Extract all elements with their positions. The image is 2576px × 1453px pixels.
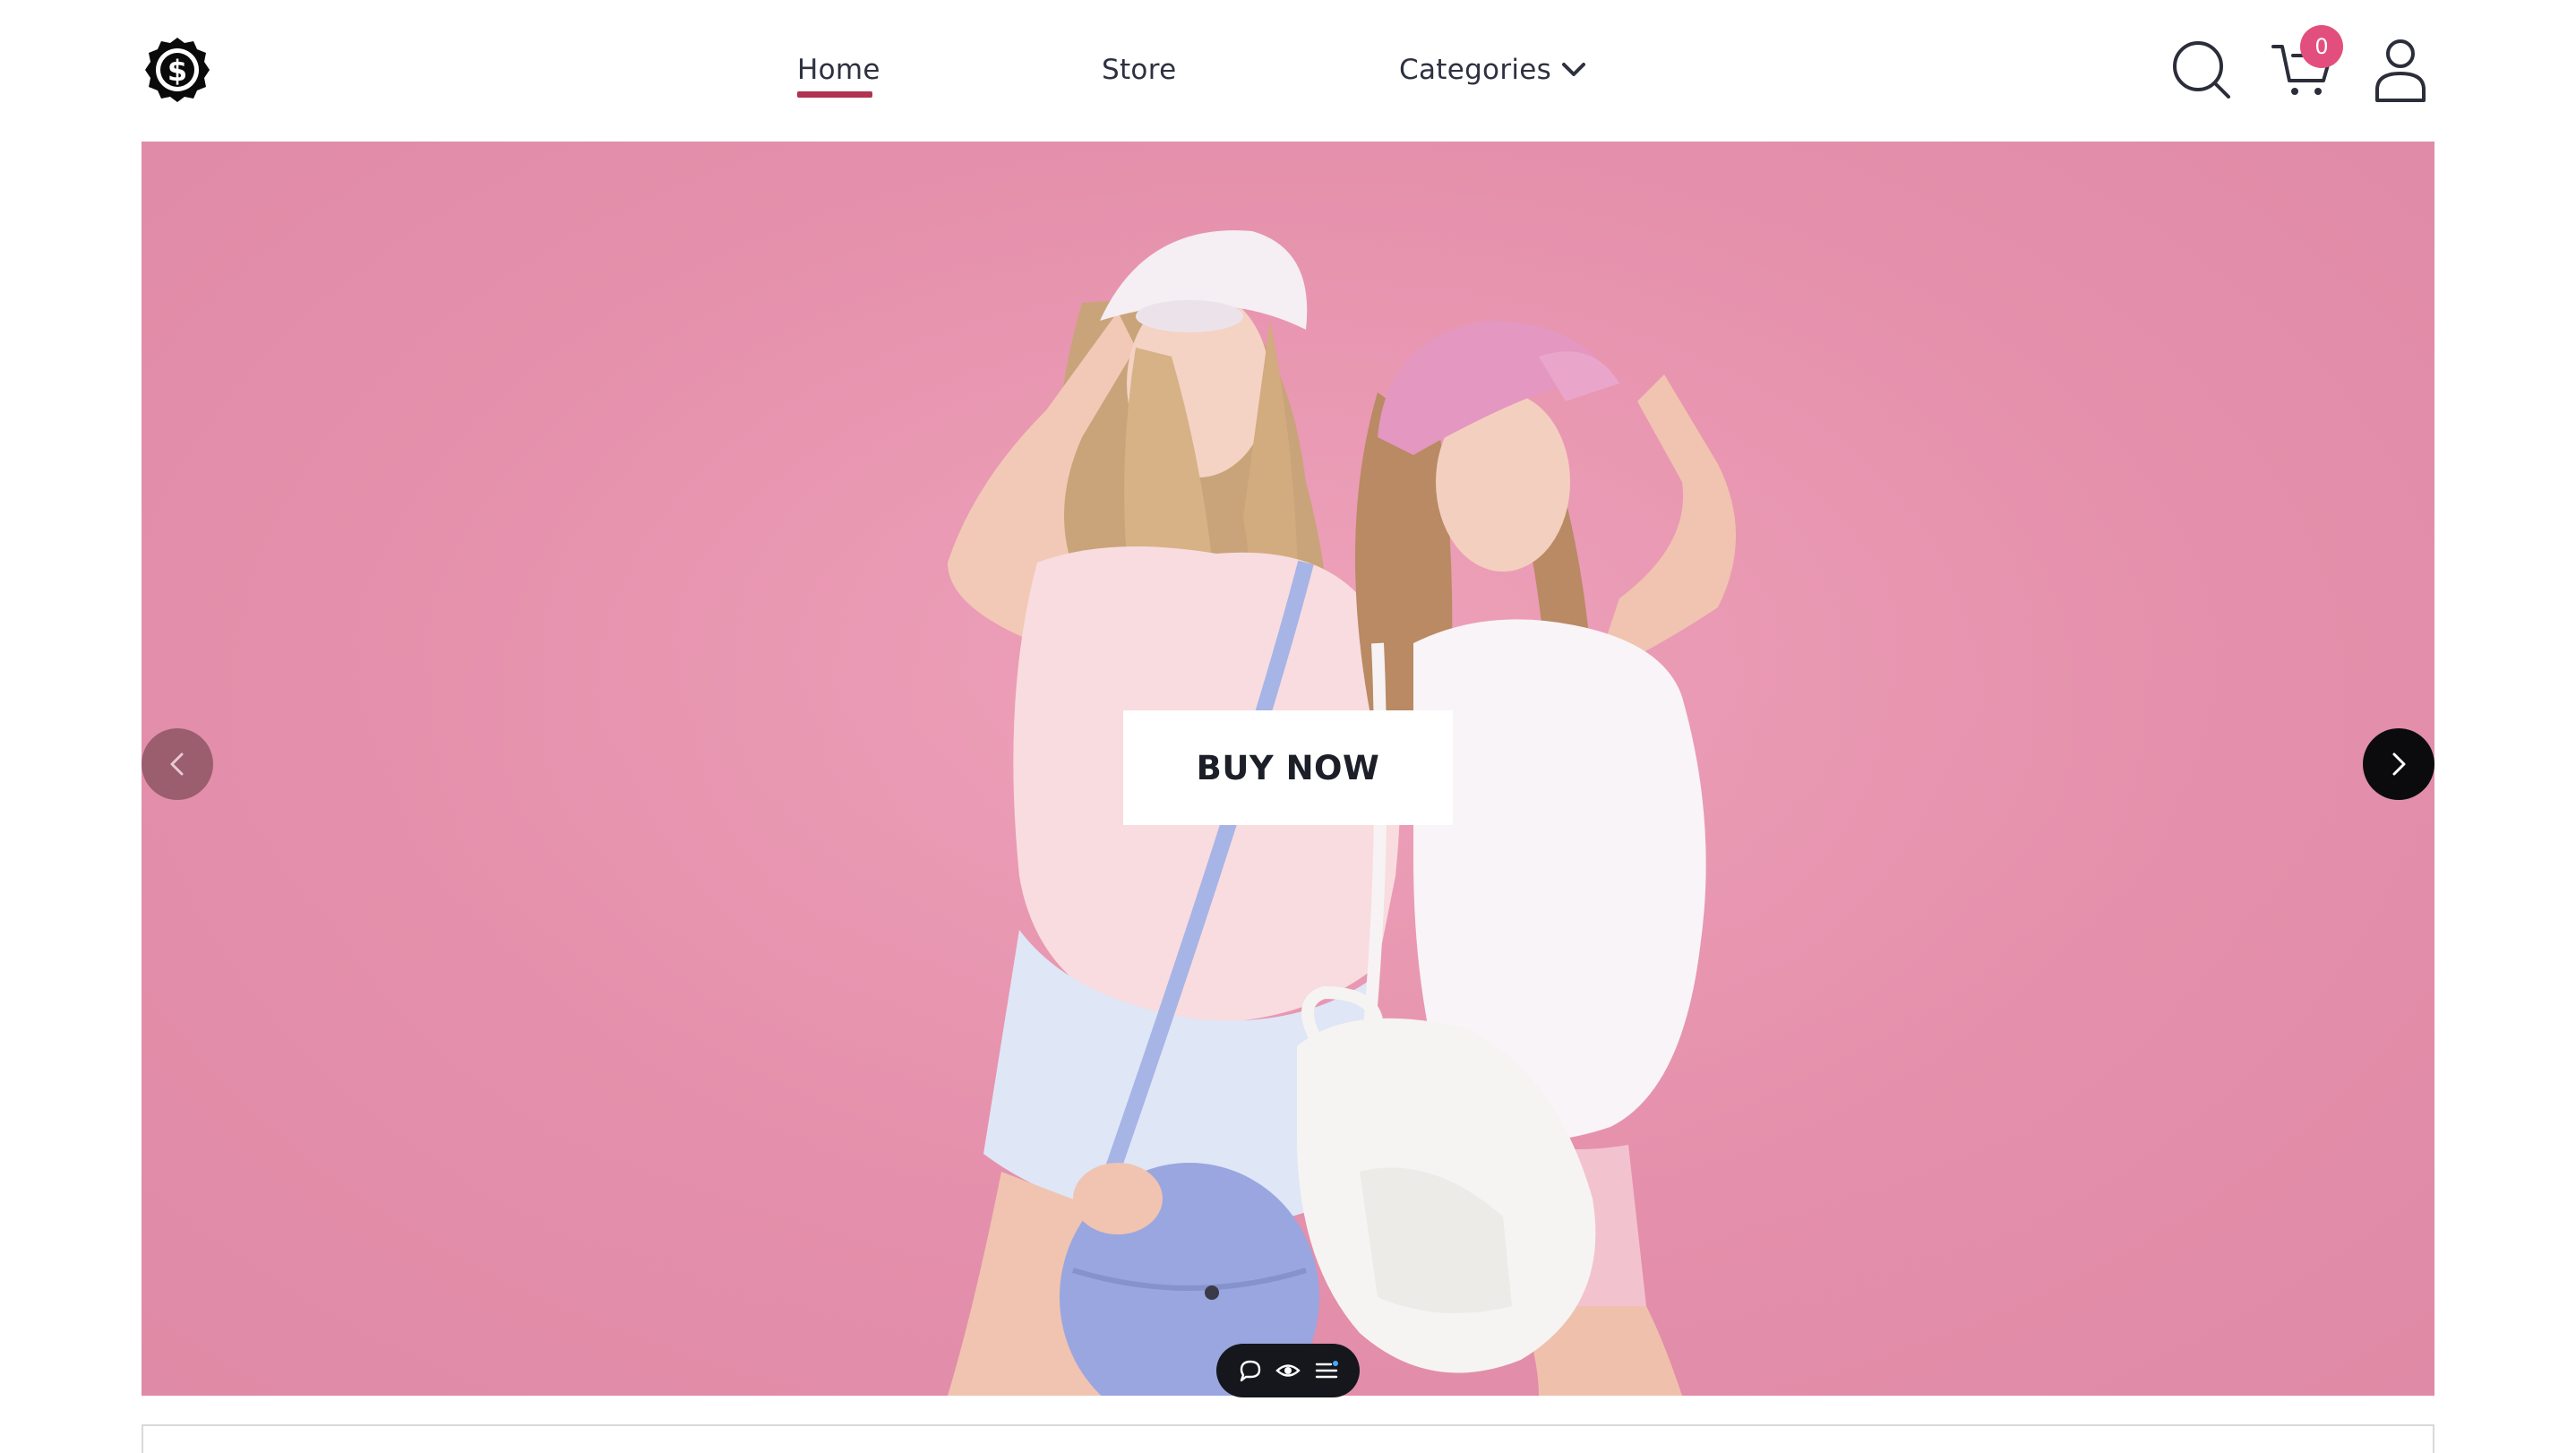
svg-text:$: $ bbox=[167, 54, 187, 88]
nav-home-link[interactable]: Home bbox=[797, 50, 880, 90]
nav-categories-label: Categories bbox=[1399, 54, 1552, 86]
hero-banner: BUY NOW bbox=[142, 142, 2434, 1396]
eye-icon[interactable] bbox=[1275, 1357, 1301, 1384]
user-icon[interactable] bbox=[2365, 34, 2436, 106]
nav-store-link[interactable]: Store bbox=[1102, 50, 1176, 90]
buy-now-button[interactable]: BUY NOW bbox=[1123, 710, 1453, 825]
menu-icon[interactable] bbox=[1313, 1357, 1340, 1384]
cart-count-badge: 0 bbox=[2300, 25, 2343, 68]
dollar-badge-icon[interactable]: $ bbox=[142, 34, 213, 106]
floating-toolbar bbox=[1216, 1344, 1360, 1397]
search-icon[interactable] bbox=[2166, 34, 2237, 106]
chevron-right-icon bbox=[2392, 752, 2406, 776]
chevron-down-icon bbox=[1562, 63, 1586, 76]
carousel-prev-button[interactable] bbox=[142, 728, 213, 800]
content-section-frame bbox=[142, 1424, 2434, 1453]
chevron-left-icon bbox=[170, 752, 184, 776]
active-nav-underline bbox=[797, 91, 872, 98]
site-header: $ Home Store Categories 0 bbox=[0, 0, 2576, 142]
carousel-next-button[interactable] bbox=[2363, 728, 2434, 800]
nav-categories-dropdown[interactable]: Categories bbox=[1399, 50, 1589, 90]
chat-icon[interactable] bbox=[1237, 1357, 1264, 1384]
